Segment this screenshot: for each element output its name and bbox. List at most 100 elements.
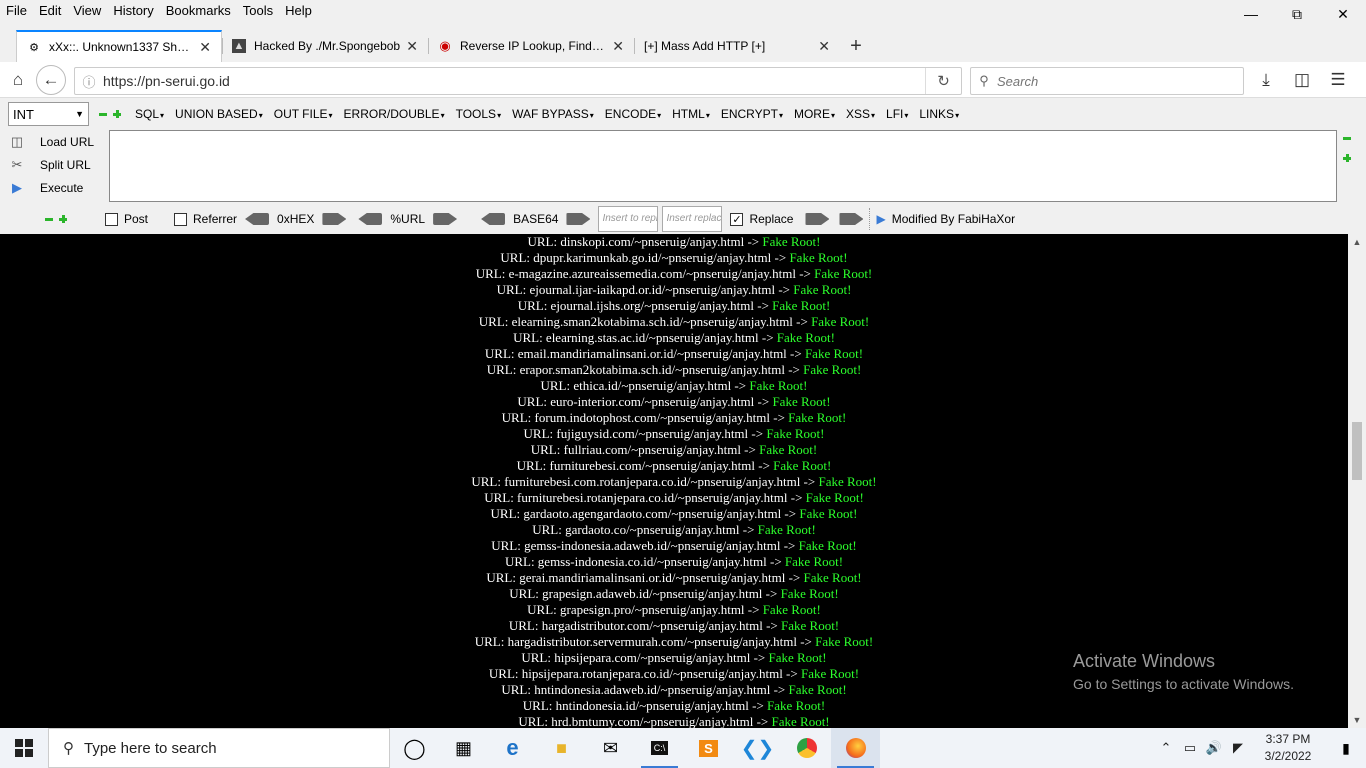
search-box[interactable]: ⚲ bbox=[970, 67, 1244, 95]
tab-reverse-ip[interactable]: ◉ Reverse IP Lookup, Find H... ✕ bbox=[428, 30, 634, 62]
volume-icon[interactable]: 🔊 bbox=[1202, 740, 1226, 756]
minimize-button[interactable]: — bbox=[1228, 0, 1274, 28]
hackbar-url-textarea[interactable] bbox=[109, 130, 1337, 202]
menu-encode[interactable]: ENCODE bbox=[605, 107, 661, 121]
post-checkbox[interactable] bbox=[105, 212, 118, 226]
load-url-button[interactable]: ◫ Load URL bbox=[6, 130, 102, 153]
menu-lfi[interactable]: LFI bbox=[886, 107, 908, 121]
close-icon[interactable]: ✕ bbox=[818, 38, 830, 55]
url-decode-arrow[interactable] bbox=[358, 213, 383, 225]
reload-button[interactable]: ↻ bbox=[925, 68, 961, 94]
vscode-button[interactable]: ❮❯ bbox=[733, 728, 782, 768]
new-tab-button[interactable]: + bbox=[840, 30, 872, 62]
chrome-button[interactable] bbox=[782, 728, 831, 768]
menu-bookmarks[interactable]: Bookmarks bbox=[160, 0, 237, 22]
clock[interactable]: 3:37 PM 3/2/2022 bbox=[1250, 731, 1326, 765]
close-icon[interactable]: ✕ bbox=[199, 39, 211, 56]
replace-arrow[interactable] bbox=[805, 213, 830, 225]
file-explorer-button[interactable]: ■ bbox=[537, 728, 586, 768]
base64-label: BASE64 bbox=[513, 212, 559, 226]
insert-replace-input[interactable]: Insert replace bbox=[662, 206, 723, 232]
menu-html[interactable]: HTML bbox=[672, 107, 710, 121]
menu-edit[interactable]: Edit bbox=[33, 0, 67, 22]
tab-shell[interactable]: ⚙ xXx::. Unknown1337 Shell ... ✕ bbox=[16, 30, 222, 62]
minus-icon[interactable] bbox=[99, 110, 107, 118]
menu-button[interactable]: ☰ bbox=[1320, 64, 1356, 96]
play-icon[interactable]: ▶ bbox=[876, 212, 885, 226]
taskbar-search[interactable]: ⚲ Type here to search bbox=[48, 728, 390, 768]
info-icon[interactable]: ⓘ bbox=[75, 72, 103, 91]
address-bar[interactable]: ⓘ https://pn-serui.go.id ↻ bbox=[74, 67, 962, 95]
menu-help[interactable]: Help bbox=[279, 0, 318, 22]
wifi-icon[interactable]: ◤ bbox=[1226, 740, 1250, 756]
task-view-button[interactable]: ▦ bbox=[439, 728, 488, 768]
url-encode-arrow[interactable] bbox=[433, 213, 458, 225]
menu-tools-hb[interactable]: TOOLS bbox=[456, 107, 501, 121]
menu-history[interactable]: History bbox=[107, 0, 159, 22]
divider bbox=[869, 208, 871, 230]
menu-view[interactable]: View bbox=[67, 0, 107, 22]
menu-encrypt[interactable]: ENCRYPT bbox=[721, 107, 783, 121]
sublime-button[interactable]: S bbox=[684, 728, 733, 768]
firefox-button[interactable] bbox=[831, 728, 880, 768]
search-input[interactable] bbox=[997, 73, 1227, 89]
plus-icon[interactable] bbox=[113, 110, 121, 118]
menu-tools[interactable]: Tools bbox=[237, 0, 279, 22]
hex-encode-arrow[interactable] bbox=[322, 213, 347, 225]
menu-more[interactable]: MORE bbox=[794, 107, 835, 121]
close-icon[interactable]: ✕ bbox=[612, 38, 624, 55]
plus-icon[interactable] bbox=[1343, 154, 1351, 162]
terminal-button[interactable]: C:\ bbox=[635, 728, 684, 768]
menu-waf-bypass[interactable]: WAF BYPASS bbox=[512, 107, 594, 121]
network-icon[interactable]: ▭ bbox=[1178, 740, 1202, 756]
result-line: URL: erapor.sman2kotabima.sch.id/~pnseru… bbox=[0, 362, 1348, 378]
tab-hacked[interactable]: ▲ Hacked By ./Mr.Spongebob ✕ bbox=[222, 30, 428, 62]
scroll-thumb[interactable] bbox=[1352, 422, 1362, 480]
replace-checkbox[interactable]: ✓ bbox=[730, 212, 744, 226]
play-icon: ▶ bbox=[12, 179, 22, 195]
result-line: URL: furniturebesi.com.rotanjepara.co.id… bbox=[0, 474, 1348, 490]
result-status: Fake Root! bbox=[803, 362, 862, 377]
scroll-down-icon[interactable]: ▼ bbox=[1348, 712, 1366, 728]
close-window-button[interactable]: ✕ bbox=[1320, 0, 1366, 28]
back-button[interactable]: ← bbox=[36, 64, 66, 95]
base64-decode-arrow[interactable] bbox=[481, 213, 506, 225]
home-button[interactable]: ⌂ bbox=[2, 64, 34, 96]
result-status: Fake Root! bbox=[773, 458, 832, 473]
restore-button[interactable]: ⧉ bbox=[1274, 0, 1320, 28]
insert-find-input[interactable]: Insert to replace bbox=[598, 206, 659, 232]
hex-decode-arrow[interactable] bbox=[245, 213, 270, 225]
type-select[interactable]: INT ▼ bbox=[8, 102, 89, 126]
mail-button[interactable]: ✉ bbox=[586, 728, 635, 768]
result-line: URL: ejournal.ijshs.org/~pnseruig/anjay.… bbox=[0, 298, 1348, 314]
menu-out-file[interactable]: OUT FILE bbox=[274, 107, 333, 121]
split-url-button[interactable]: ✂ Split URL bbox=[6, 153, 102, 176]
menu-links[interactable]: LINKS bbox=[919, 107, 959, 121]
execute-button[interactable]: ▶ Execute bbox=[6, 176, 102, 199]
plus-icon[interactable] bbox=[59, 215, 67, 223]
menu-union-based[interactable]: UNION BASED bbox=[175, 107, 263, 121]
result-line: URL: grapesign.adaweb.id/~pnseruig/anjay… bbox=[0, 586, 1348, 602]
vertical-scrollbar[interactable]: ▲ ▼ bbox=[1348, 234, 1366, 728]
notification-button[interactable]: ▮ bbox=[1326, 728, 1366, 768]
scroll-up-icon[interactable]: ▲ bbox=[1348, 234, 1366, 250]
close-icon[interactable]: ✕ bbox=[406, 38, 418, 55]
tab-mass-add[interactable]: [+] Mass Add HTTP [+] ✕ bbox=[634, 30, 840, 62]
menu-xss[interactable]: XSS bbox=[846, 107, 875, 121]
menu-sql[interactable]: SQL bbox=[135, 107, 164, 121]
vscode-icon: ❮❯ bbox=[740, 737, 775, 760]
edge-button[interactable]: e bbox=[488, 728, 537, 768]
downloads-button[interactable]: ⤓ bbox=[1248, 64, 1284, 96]
menu-error-double[interactable]: ERROR/DOUBLE bbox=[344, 107, 445, 121]
replace-all-arrow[interactable] bbox=[839, 213, 864, 225]
menu-file[interactable]: File bbox=[0, 0, 33, 22]
minus-icon[interactable] bbox=[1343, 134, 1351, 142]
minus-icon[interactable] bbox=[45, 215, 53, 223]
chevron-up-icon[interactable]: ⌃ bbox=[1154, 740, 1178, 756]
sidebar-button[interactable]: ◫ bbox=[1284, 64, 1320, 96]
start-button[interactable] bbox=[0, 728, 48, 768]
base64-encode-arrow[interactable] bbox=[566, 213, 591, 225]
cortana-button[interactable]: ◯ bbox=[390, 728, 439, 768]
referrer-checkbox[interactable] bbox=[174, 212, 188, 226]
url-text[interactable]: https://pn-serui.go.id bbox=[103, 73, 925, 89]
